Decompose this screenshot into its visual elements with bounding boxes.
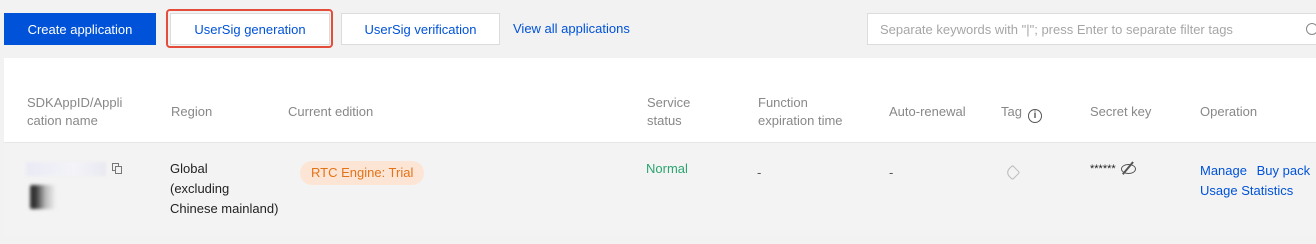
region-line3: Chinese mainland) <box>170 201 279 216</box>
copy-icon[interactable] <box>112 163 122 174</box>
service-status-value: Normal <box>646 161 688 176</box>
header-sdkappid: SDKAppID/Appli cation name <box>27 94 122 130</box>
function-expiration-value: - <box>757 165 762 180</box>
region-line2: (excluding <box>170 181 230 196</box>
table-header: SDKAppID/Appli cation name Region Curren… <box>4 58 1316 142</box>
search-icon[interactable] <box>1306 23 1316 35</box>
tag-icon[interactable] <box>1004 164 1021 181</box>
header-function-expiration: Function expiration time <box>758 94 843 130</box>
auto-renewal-value: - <box>889 165 894 180</box>
header-operation: Operation <box>1200 104 1258 119</box>
header-auto-renewal: Auto-renewal <box>889 104 966 119</box>
view-all-applications-link[interactable]: View all applications <box>513 13 630 45</box>
table-row: Global (excluding Chinese mainland) RTC … <box>4 142 1316 236</box>
header-tag: Tag i <box>1001 103 1042 123</box>
info-icon[interactable]: i <box>1027 109 1042 123</box>
header-current-edition: Current edition <box>288 104 374 119</box>
buy-pack-link[interactable]: Buy pack <box>1257 163 1310 178</box>
create-application-button[interactable]: Create application <box>4 13 156 45</box>
header-tag-label: Tag <box>1001 104 1022 119</box>
header-secret-key: Secret key <box>1090 104 1152 119</box>
manage-link[interactable]: Manage <box>1200 163 1247 178</box>
eye-hidden-icon[interactable] <box>1120 163 1136 174</box>
header-region: Region <box>171 104 213 119</box>
header-function-exp-line1: Function <box>758 95 808 110</box>
secret-key-cell: ****** <box>1090 159 1136 179</box>
operation-cell: Manage Buy pack Usage Statistics <box>1200 161 1310 201</box>
secret-key-masked: ****** <box>1090 163 1116 175</box>
app-management-page: { "toolbar": { "create_label": "Create a… <box>0 0 1316 244</box>
header-function-exp-line2: expiration time <box>758 113 843 128</box>
header-service-status: Service status <box>647 94 690 130</box>
header-sdkappid-line1: SDKAppID/Appli <box>27 95 123 110</box>
redacted-application-name <box>30 185 56 209</box>
usage-statistics-link[interactable]: Usage Statistics <box>1200 183 1293 198</box>
redacted-sdkappid <box>26 162 106 176</box>
search-box <box>867 13 1316 45</box>
search-input[interactable] <box>880 21 1300 37</box>
usersig-verification-button[interactable]: UserSig verification <box>341 13 500 45</box>
highlight-box <box>166 9 333 48</box>
header-service-status-line1: Service <box>647 95 691 110</box>
edition-tag: RTC Engine: Trial <box>300 161 425 185</box>
region-cell: Global (excluding Chinese mainland) <box>170 159 278 219</box>
applications-table: SDKAppID/Appli cation name Region Curren… <box>4 58 1316 236</box>
region-line1: Global <box>170 161 208 176</box>
header-service-status-line2: status <box>647 113 682 128</box>
header-sdkappid-line2: cation name <box>27 113 98 128</box>
